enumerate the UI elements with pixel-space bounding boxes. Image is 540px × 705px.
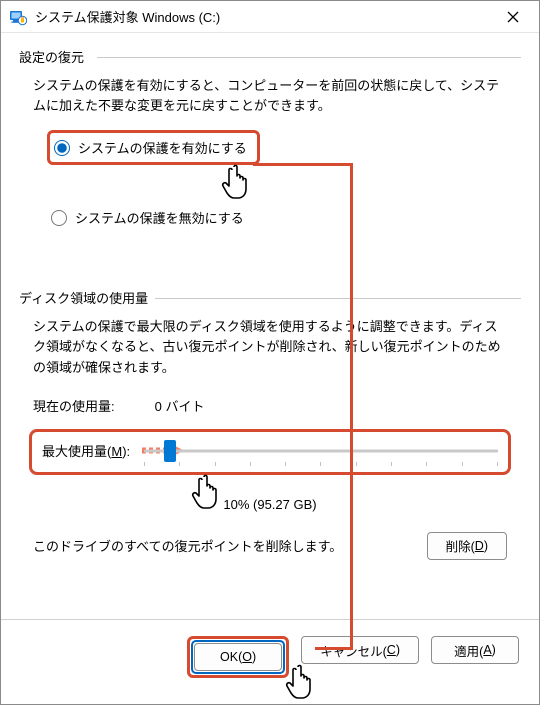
- radio-enable-label: システムの保護を有効にする: [78, 138, 247, 157]
- slider-ticks: [144, 462, 498, 466]
- max-usage-label: 最大使用量(M):: [42, 441, 132, 460]
- dialog-content: 設定の復元 システムの保護を有効にすると、コンピューターを前回の状態に戻して、シ…: [1, 33, 539, 568]
- radio-enable-protection[interactable]: システムの保護を有効にする: [50, 133, 257, 162]
- radio-group: システムの保護を有効にする システムの保護を無効にする: [47, 130, 521, 232]
- dialog-footer: OK(O) キャンセル(C) 適用(A): [1, 619, 539, 704]
- close-button[interactable]: [495, 3, 531, 31]
- disk-usage-heading-text: ディスク領域の使用量: [19, 291, 148, 306]
- current-usage-value: 0 バイト: [155, 396, 205, 415]
- radio-disable-label: システムの保護を無効にする: [75, 208, 244, 227]
- system-protection-icon: [9, 8, 27, 26]
- ok-button[interactable]: OK(O): [194, 643, 282, 671]
- radio-disable-input[interactable]: [51, 210, 67, 226]
- delete-desc: このドライブのすべての復元ポイントを削除します。: [33, 536, 409, 555]
- divider: [97, 57, 521, 58]
- slider-thumb[interactable]: [164, 440, 176, 462]
- highlight-ok-button: OK(O): [187, 636, 289, 678]
- cancel-button[interactable]: キャンセル(C): [301, 636, 419, 664]
- restore-desc: システムの保護を有効にすると、コンピューターを前回の状態に戻して、システムに加え…: [33, 76, 507, 116]
- restore-settings-heading: 設定の復元: [19, 47, 521, 66]
- highlight-enable-radio: システムの保護を有効にする: [47, 130, 260, 165]
- dialog-window: システム保護対象 Windows (C:) 設定の復元 システムの保護を有効にす…: [0, 0, 540, 705]
- slider-value-text: 10% (95.27 GB): [19, 497, 521, 512]
- current-usage-label: 現在の使用量:: [33, 396, 115, 415]
- titlebar: システム保護対象 Windows (C:): [1, 1, 539, 33]
- slider-track: [144, 449, 498, 452]
- divider: [155, 298, 521, 299]
- delete-button[interactable]: 削除(D): [427, 532, 507, 560]
- disk-usage-heading: ディスク領域の使用量: [19, 288, 521, 307]
- current-usage-row: 現在の使用量: 0 バイト: [33, 396, 507, 415]
- disk-desc: システムの保護で最大限のディスク領域を使用するように調整できます。ディスク領域が…: [33, 317, 507, 377]
- apply-button[interactable]: 適用(A): [431, 636, 519, 664]
- radio-disable-protection[interactable]: システムの保護を無効にする: [47, 203, 521, 232]
- window-title: システム保護対象 Windows (C:): [35, 7, 495, 26]
- radio-enable-input[interactable]: [54, 140, 70, 156]
- highlight-slider-area: 最大使用量(M):: [29, 429, 511, 475]
- close-icon: [507, 11, 519, 23]
- restore-settings-heading-text: 設定の復元: [19, 50, 84, 65]
- delete-row: このドライブのすべての復元ポイントを削除します。 削除(D): [33, 532, 507, 560]
- max-usage-slider[interactable]: [144, 440, 498, 462]
